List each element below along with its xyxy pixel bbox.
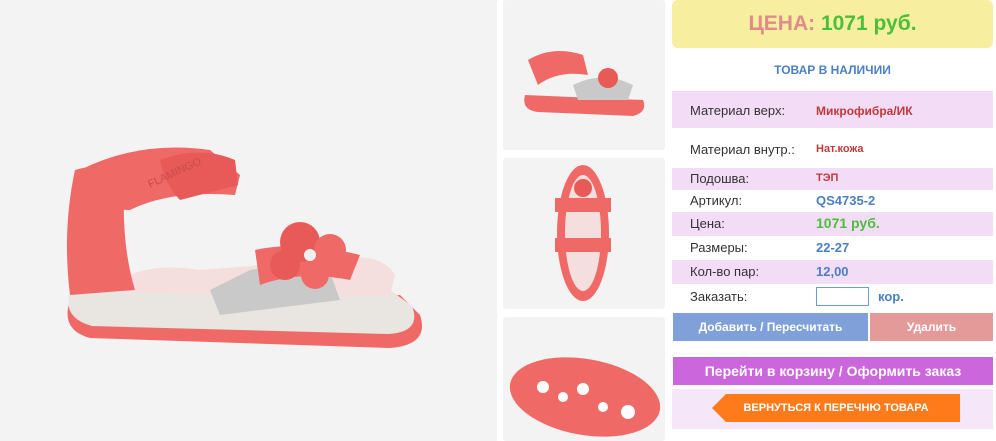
spec-row-material-top: Материал верх: Микрофибра/ИК [672, 91, 993, 128]
spec-row-article: Артикул: QS4735-2 [672, 190, 993, 212]
sandal-main-illustration: FLAMINGO [66, 147, 422, 348]
spec-key: Цена: [690, 216, 725, 231]
price-banner-value: 1071 руб. [820, 12, 917, 35]
thumbnail-top-view[interactable] [503, 158, 665, 309]
spec-value: 12,00 [816, 264, 849, 279]
spec-value: 1071 руб. [816, 215, 880, 231]
order-quantity-input[interactable] [816, 287, 869, 306]
order-label: Заказать: [690, 289, 748, 304]
spec-value: Микрофибра/ИК [816, 104, 913, 118]
spec-key: Размеры: [690, 240, 748, 255]
spec-value: ТЭП [816, 172, 839, 184]
back-to-list-button[interactable]: ВЕРНУТЬСЯ К ПЕРЕЧНЮ ТОВАРА [712, 394, 960, 422]
product-page: FLAMINGO ЦЕНА: 1071 руб. ТОВАР В НАЛИЧИИ… [0, 0, 996, 441]
price-banner-label: ЦЕНА: [748, 12, 816, 35]
spec-key: Подошва: [690, 171, 750, 186]
spec-row-sole: Подошва: ТЭП [672, 168, 993, 190]
thumbnail-sole-view[interactable] [503, 317, 665, 441]
back-button-label: ВЕРНУТЬСЯ К ПЕРЕЧНЮ ТОВАРА [743, 402, 929, 414]
spec-row-pairs: Кол-во пар: 12,00 [672, 260, 993, 284]
price-banner: ЦЕНА: 1071 руб. [672, 0, 993, 48]
delete-button[interactable]: Удалить [870, 313, 993, 341]
product-info-panel: ЦЕНА: 1071 руб. ТОВАР В НАЛИЧИИ Материал… [672, 0, 994, 441]
spec-key: Материал внутр.: [690, 142, 795, 157]
spec-key: Кол-во пар: [690, 264, 760, 279]
back-button-area: ВЕРНУТЬСЯ К ПЕРЕЧНЮ ТОВАРА [672, 389, 993, 429]
thumbnail-side-view[interactable] [503, 0, 665, 150]
stock-status: ТОВАР В НАЛИЧИИ [774, 63, 891, 77]
spec-row-price: Цена: 1071 руб. [672, 212, 993, 236]
order-unit: кор. [878, 289, 904, 304]
spec-key: Артикул: [690, 193, 743, 208]
spec-row-material-inner: Материал внутр.: Нат.кожа [672, 128, 993, 168]
spec-key: Материал верх: [690, 103, 786, 118]
add-recalculate-button[interactable]: Добавить / Пересчитать [673, 313, 868, 341]
spec-value: 22-27 [816, 240, 850, 255]
main-product-image[interactable]: FLAMINGO [0, 0, 497, 441]
spec-value: Нат.кожа [816, 143, 864, 155]
spec-row-sizes: Размеры: 22-27 [672, 236, 993, 260]
go-to-cart-button[interactable]: Перейти в корзину / Оформить заказ [673, 357, 993, 385]
spec-value: QS4735-2 [816, 193, 876, 208]
